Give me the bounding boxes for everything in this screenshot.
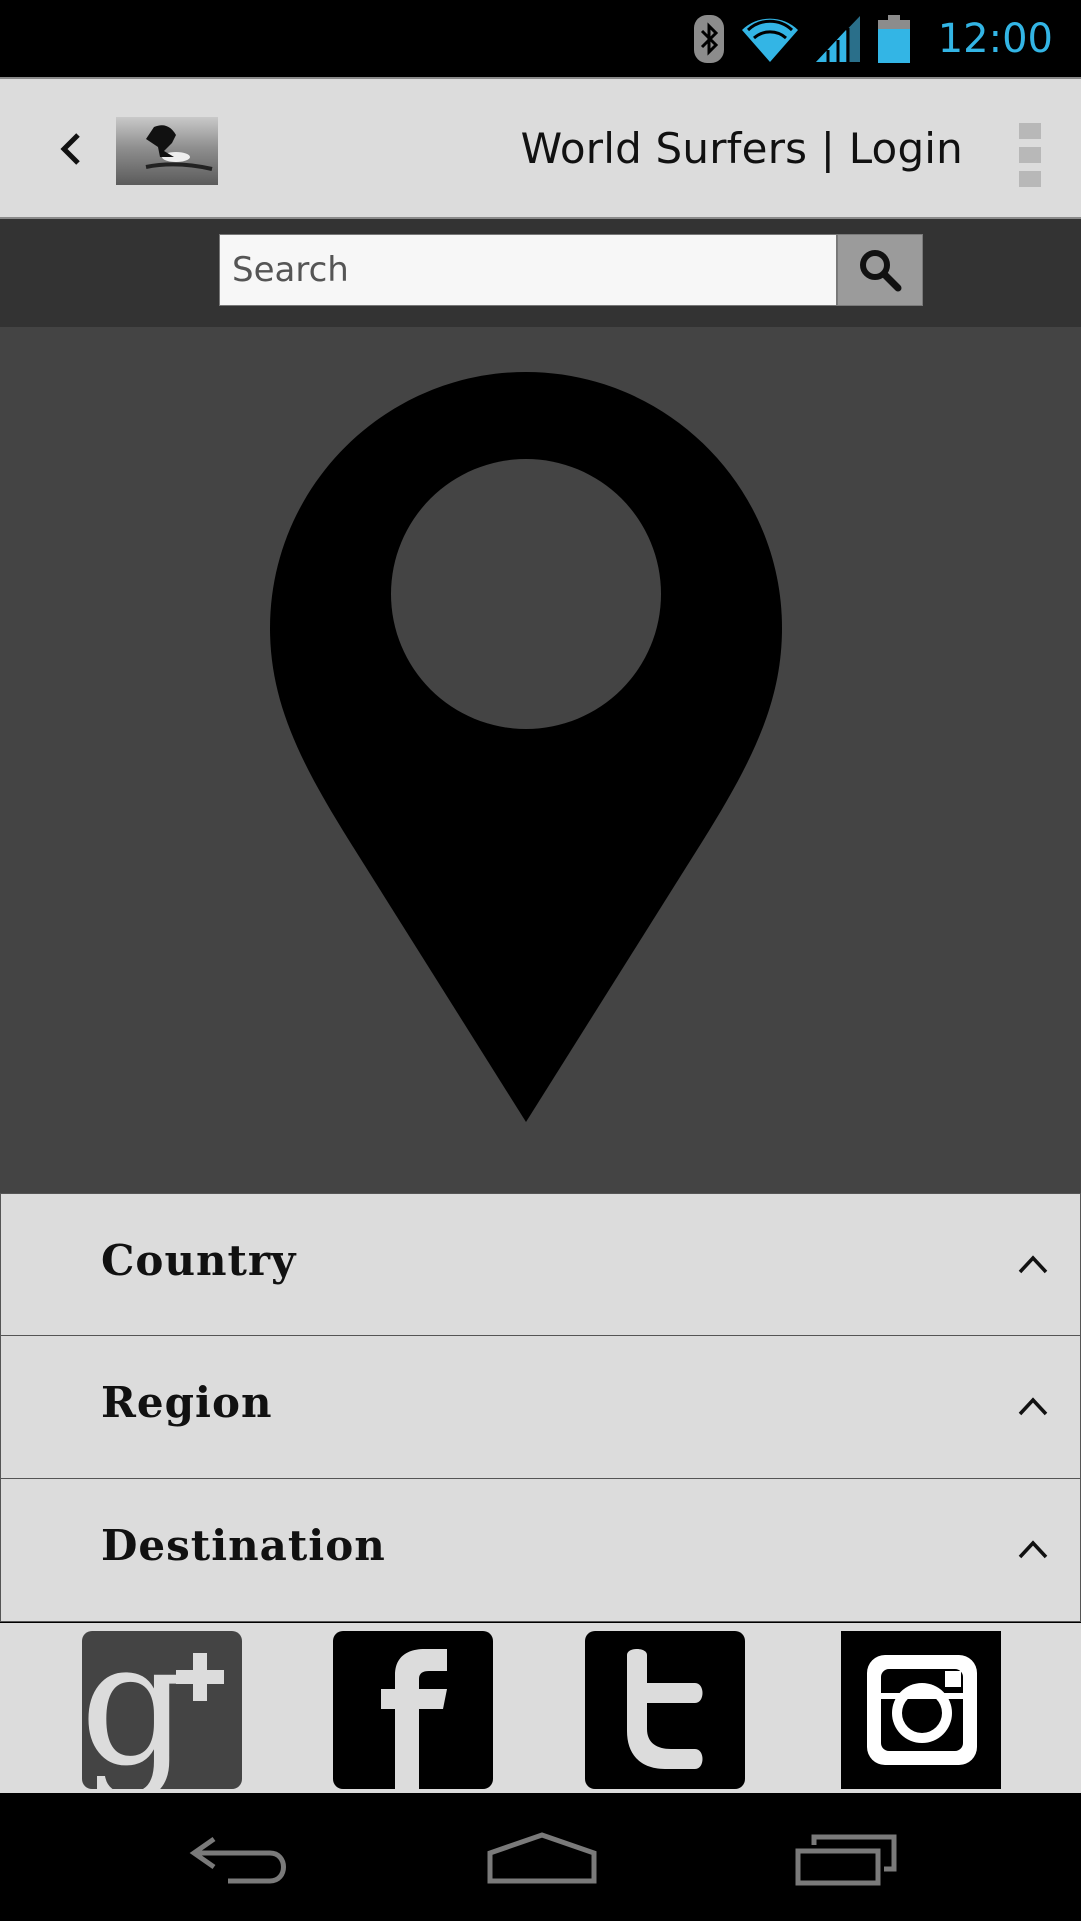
filter-accordion: Country Region Destination (0, 1193, 1081, 1622)
search-input[interactable]: Search (219, 234, 837, 306)
search-button[interactable] (837, 234, 923, 306)
bluetooth-icon (693, 14, 724, 63)
region-label: Region (101, 1378, 273, 1427)
back-nav-icon[interactable] (188, 1823, 294, 1889)
social-bar: g (0, 1623, 1081, 1793)
surfer-image (145, 125, 213, 171)
search-bar: Search (0, 219, 1081, 327)
recents-nav-icon[interactable] (794, 1823, 900, 1889)
destination-label: Destination (101, 1521, 386, 1570)
system-nav-bar (0, 1793, 1081, 1921)
google-plus-icon[interactable]: g (82, 1631, 242, 1789)
instagram-icon[interactable] (841, 1631, 1001, 1789)
chevron-up-icon (1018, 1540, 1048, 1559)
home-nav-icon[interactable] (486, 1823, 598, 1889)
twitter-icon[interactable] (585, 1631, 745, 1789)
chevron-up-icon (1018, 1255, 1048, 1274)
status-bar: 12:00 (0, 0, 1081, 77)
svg-text:g: g (82, 1631, 189, 1789)
app-bar: World Surfers | Login (0, 77, 1081, 219)
country-dropdown[interactable]: Country (0, 1193, 1081, 1336)
chevron-up-icon (1018, 1397, 1048, 1416)
facebook-icon[interactable] (333, 1631, 493, 1789)
app-logo[interactable] (116, 117, 218, 185)
region-dropdown[interactable]: Region (0, 1336, 1081, 1479)
map-area[interactable] (0, 327, 1081, 1193)
app-title[interactable]: World Surfers | Login (521, 124, 963, 173)
search-icon (860, 250, 902, 292)
wifi-icon (741, 18, 798, 62)
destination-dropdown[interactable]: Destination (0, 1479, 1081, 1622)
chevron-left-icon[interactable] (52, 123, 92, 175)
clock: 12:00 (937, 15, 1053, 62)
overflow-menu-icon[interactable] (1019, 123, 1041, 187)
signal-icon (815, 15, 860, 62)
location-pin-icon (270, 372, 782, 1122)
country-label: Country (101, 1236, 297, 1285)
battery-icon (877, 14, 910, 63)
